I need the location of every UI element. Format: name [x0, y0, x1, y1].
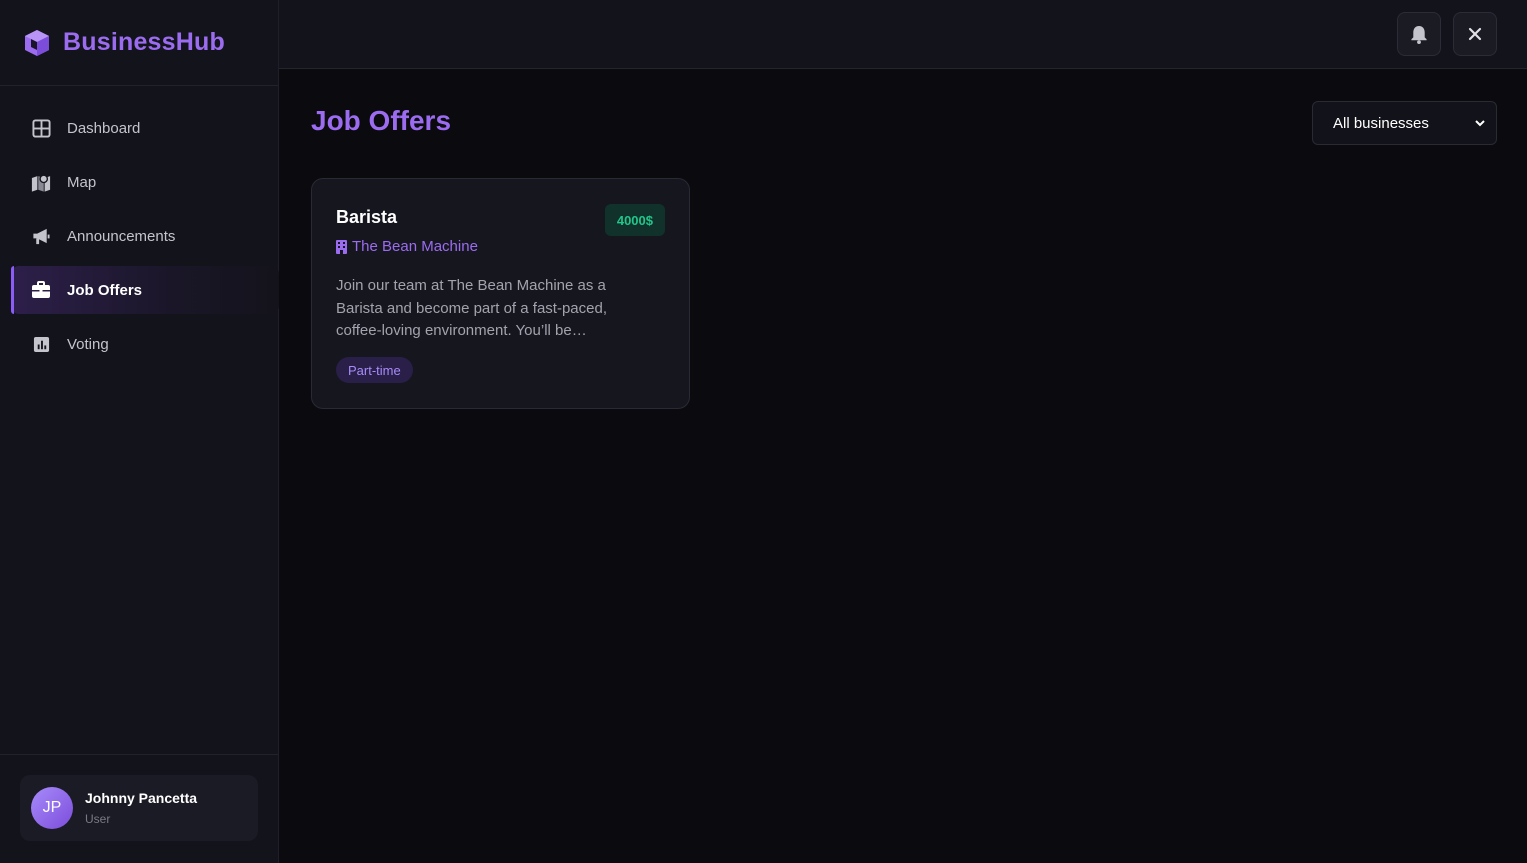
sidebar-item-voting[interactable]: Voting — [11, 320, 279, 368]
page-title: Job Offers — [311, 105, 452, 136]
app-name: BusinessHub — [63, 28, 225, 56]
sidebar-item-dashboard[interactable]: Dashboard — [11, 104, 279, 152]
sidebar-item-label: Dashboard — [67, 119, 141, 137]
user-profile-card[interactable]: JP Johnny Pancetta User — [20, 775, 258, 841]
job-description: Join our team at The Bean Machine as a B… — [336, 277, 607, 339]
user-name: Johnny Pancetta — [85, 790, 198, 806]
sidebar-item-label: Announcements — [67, 227, 176, 245]
user-area: JP Johnny Pancetta User — [0, 754, 278, 863]
sidebar-item-label: Voting — [67, 335, 109, 353]
map-icon — [31, 172, 51, 192]
business-filter-select[interactable]: All businesses — [1312, 101, 1497, 145]
salary-badge: 4000$ — [604, 204, 665, 236]
cube-icon — [22, 28, 52, 58]
bell-icon — [1410, 25, 1428, 44]
user-role: User — [85, 812, 111, 826]
job-card[interactable]: Barista 4000$ The Bean Machine Join our … — [311, 178, 690, 409]
logo[interactable]: BusinessHub — [0, 0, 278, 86]
sidebar-item-label: Map — [67, 173, 97, 191]
megaphone-icon — [31, 226, 51, 246]
close-icon — [1468, 27, 1482, 41]
briefcase-icon — [31, 280, 51, 300]
sidebar-nav: Dashboard Map Announcements Job Offers V… — [0, 86, 279, 368]
job-title: Barista — [336, 207, 398, 227]
close-button[interactable] — [1453, 12, 1497, 56]
chevron-down-icon — [1474, 119, 1486, 127]
chart-icon — [31, 334, 51, 354]
topbar — [279, 0, 1527, 69]
sidebar-item-announcements[interactable]: Announcements — [11, 212, 279, 260]
job-type-tag: Part-time — [336, 357, 413, 383]
main-content: Job Offers All businesses Barista 4000$ … — [279, 69, 1527, 863]
notifications-button[interactable] — [1397, 12, 1441, 56]
business-filter-value: All businesses — [1333, 114, 1429, 132]
sidebar: BusinessHub Dashboard Map Announcements … — [0, 0, 279, 863]
user-info: Johnny Pancetta User — [85, 790, 197, 826]
sidebar-item-label: Job Offers — [67, 281, 143, 299]
company-name: The Bean Machine — [352, 238, 478, 255]
grid-icon — [31, 118, 51, 138]
avatar: JP — [31, 787, 73, 829]
building-icon — [336, 239, 347, 254]
company-link[interactable]: The Bean Machine — [336, 238, 478, 255]
sidebar-item-map[interactable]: Map — [11, 158, 279, 206]
sidebar-item-job-offers[interactable]: Job Offers — [11, 266, 279, 314]
